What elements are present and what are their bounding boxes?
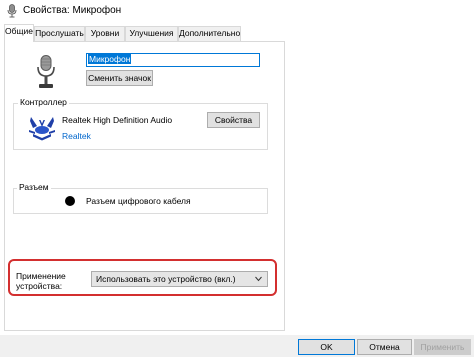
title-bar: Свойства: Микрофон	[0, 0, 474, 22]
tab-general[interactable]: Общие	[4, 24, 34, 42]
ok-button[interactable]: OK	[298, 339, 355, 355]
device-usage-select[interactable]: Использовать это устройство (вкл.)	[91, 271, 268, 287]
properties-button[interactable]: Свойства	[207, 112, 260, 128]
controller-group-label: Контроллер	[18, 97, 69, 107]
realtek-logo-icon	[29, 117, 55, 141]
microphone-icon	[7, 4, 17, 18]
apply-button[interactable]: Применить	[414, 339, 471, 355]
microphone-icon	[37, 55, 55, 88]
tab-enhancements[interactable]: Улучшения	[125, 26, 178, 41]
change-icon-button[interactable]: Сменить значок	[86, 70, 153, 86]
jack-color-dot	[65, 196, 75, 206]
tab-listen[interactable]: Прослушать	[34, 26, 85, 41]
jack-name: Разъем цифрового кабеля	[86, 196, 191, 206]
jack-group-label: Разъем	[17, 182, 51, 192]
tab-advanced[interactable]: Дополнительно	[178, 26, 241, 41]
vendor-link[interactable]: Realtek	[62, 131, 91, 141]
controller-name: Realtek High Definition Audio	[62, 115, 173, 125]
device-usage-selected: Использовать это устройство (вкл.)	[96, 274, 236, 284]
window-title: Свойства: Микрофон	[23, 5, 122, 16]
cancel-button[interactable]: Отмена	[357, 339, 412, 355]
chevron-down-icon	[255, 276, 262, 282]
usage-label: Применение устройства:	[16, 271, 66, 291]
device-name-field[interactable]: Микрофон	[86, 53, 260, 67]
tab-levels[interactable]: Уровни	[85, 26, 125, 41]
device-name-value: Микрофон	[88, 54, 132, 64]
